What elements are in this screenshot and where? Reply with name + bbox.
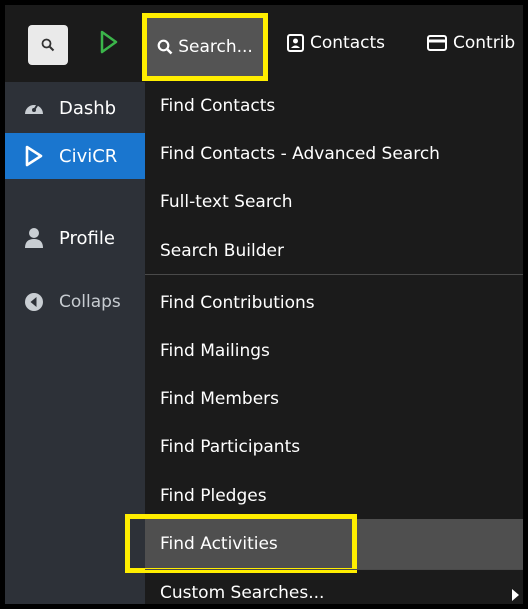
menu-contacts-label: Contacts [310,33,385,53]
address-book-icon [287,34,304,52]
credit-card-icon [427,35,447,51]
menu-item-label: Find Contacts - Advanced Search [160,144,440,164]
menu-item-find-members[interactable]: Find Members [145,376,523,422]
quick-search-button[interactable] [28,25,68,65]
menu-contributions-label: Contrib [453,33,516,53]
menu-contacts[interactable]: Contacts [287,29,385,57]
menu-divider [145,274,523,275]
sidebar-item-label: Profile [59,227,115,249]
menu-item-find-contacts[interactable]: Find Contacts [145,83,523,129]
menu-contributions[interactable]: Contrib [427,29,515,57]
top-menubar: Search... Contacts Contrib [5,5,523,82]
menu-search-label: Search... [178,37,253,57]
menu-item-find-mailings[interactable]: Find Mailings [145,328,523,374]
sidebar-item-label: CiviCR [59,145,118,167]
menu-item-full-text-search[interactable]: Full-text Search [145,179,523,225]
sidebar-item-civicrm[interactable]: CiviCR [5,133,145,179]
menu-item-find-contributions[interactable]: Find Contributions [145,280,523,326]
menu-search[interactable]: Search... [142,13,268,81]
menu-item-find-participants[interactable]: Find Participants [145,424,523,470]
menu-item-find-pledges[interactable]: Find Pledges [145,473,523,519]
sidebar-item-profile[interactable]: Profile [5,215,145,261]
sidebar-item-dashboard[interactable]: Dashb [5,85,145,131]
civicrm-home-icon[interactable] [99,28,119,56]
sidebar-item-collapse[interactable]: Collaps [5,279,145,325]
menu-item-label: Find Pledges [160,486,267,506]
menu-divider [145,569,523,570]
menu-item-search-builder[interactable]: Search Builder [145,228,523,274]
menu-item-label: Find Contacts [160,96,276,116]
user-icon [23,227,45,249]
search-dropdown-menu: Find Contacts Find Contacts - Advanced S… [125,82,523,604]
menu-item-find-activities[interactable]: Find Activities [145,519,523,569]
menu-item-label: Search Builder [160,241,284,261]
civicrm-logo-icon [23,145,45,167]
search-icon [157,39,173,55]
menu-item-label: Find Members [160,389,280,409]
menu-item-custom-searches[interactable]: Custom Searches... [145,573,523,604]
menu-item-label: Full-text Search [160,192,293,212]
app-frame: Search... Contacts Contrib Dashb CiviCR … [5,5,523,604]
collapse-icon [23,291,45,313]
dashboard-icon [23,97,45,119]
menu-item-find-contacts-advanced[interactable]: Find Contacts - Advanced Search [145,131,523,177]
search-icon [41,38,55,52]
menu-item-label: Find Activities [160,534,278,554]
menu-item-label: Custom Searches... [160,583,325,603]
sidebar-item-label: Collaps [59,292,121,312]
left-sidebar: Dashb CiviCR Profile Collaps [5,82,145,604]
menu-item-label: Find Participants [160,437,301,457]
menu-item-label: Find Mailings [160,341,270,361]
caret-right-icon [512,589,519,601]
sidebar-item-label: Dashb [59,97,117,119]
menu-item-label: Find Contributions [160,293,315,313]
